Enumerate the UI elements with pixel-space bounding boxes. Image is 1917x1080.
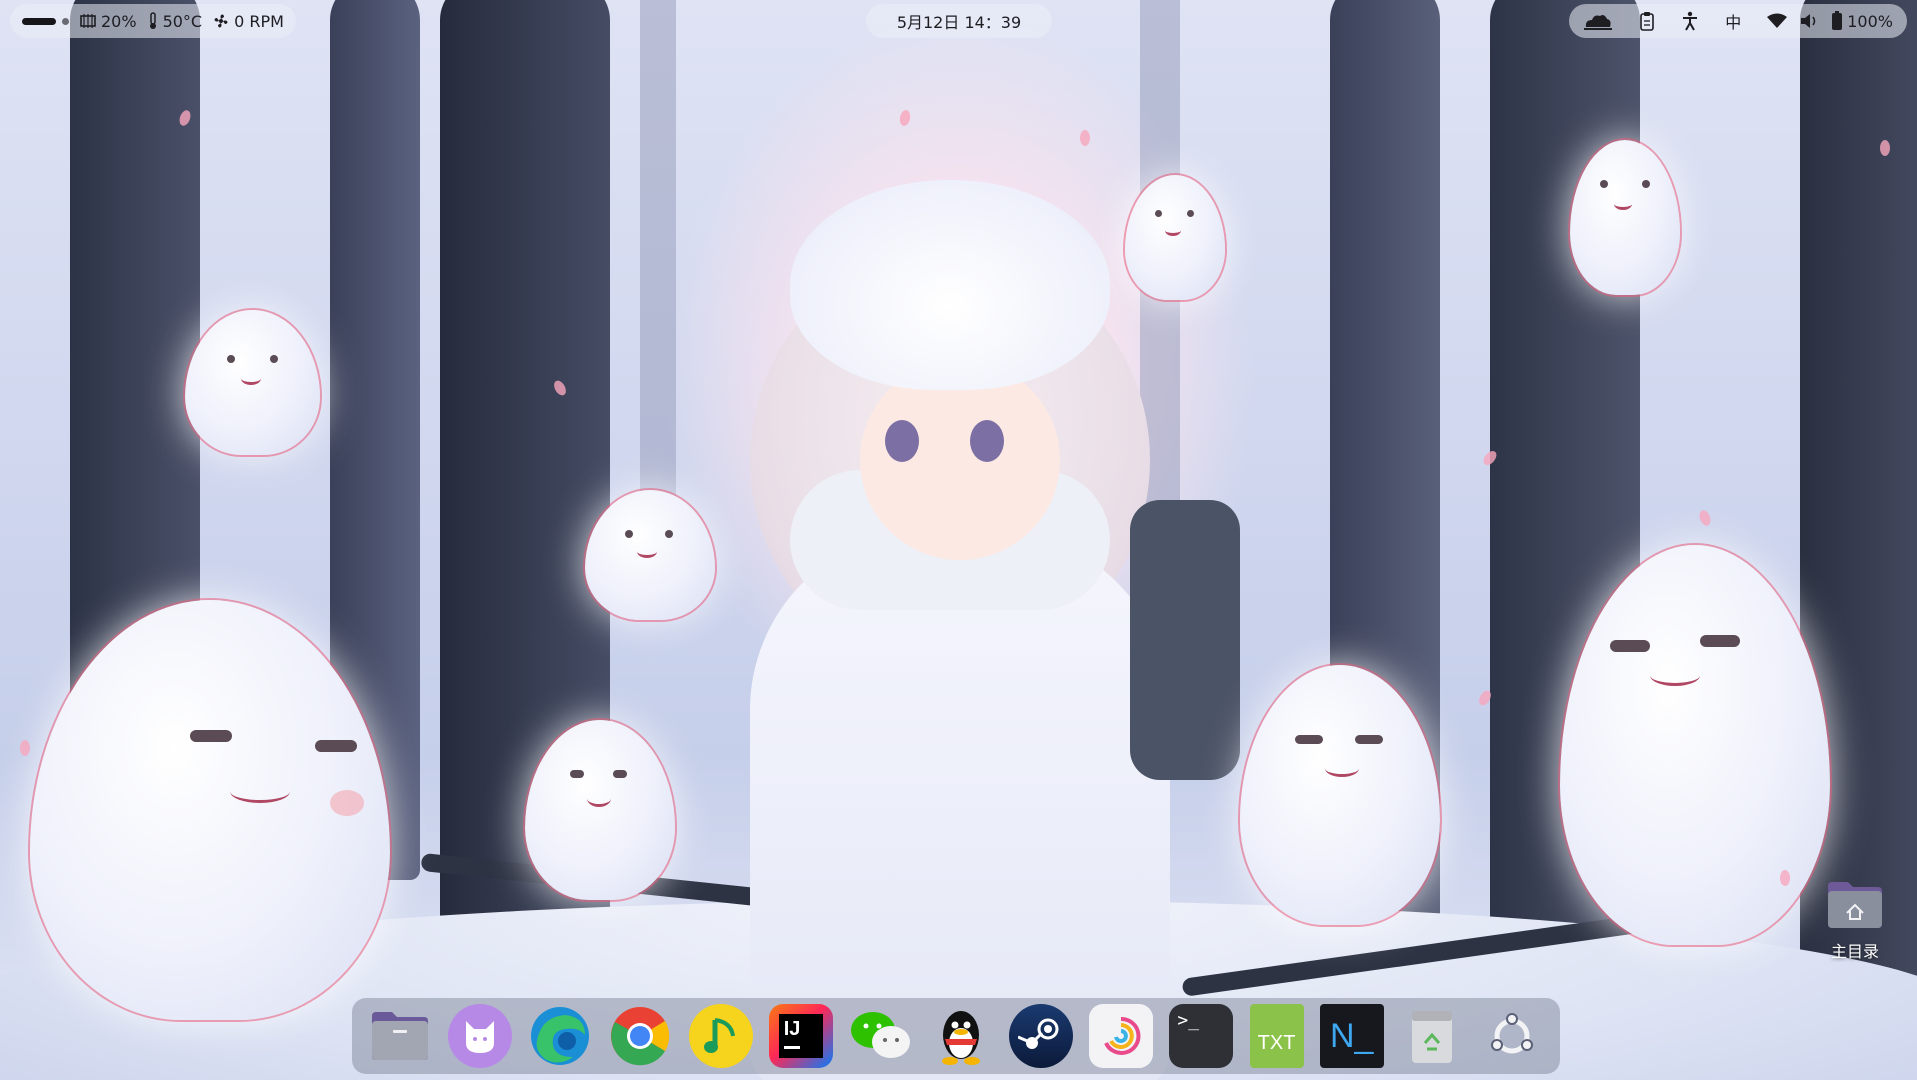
temperature: 50°C — [147, 11, 203, 31]
girl-eye — [970, 420, 1004, 462]
system-tray[interactable]: 中 100% — [1569, 4, 1907, 38]
desktop-wallpaper — [0, 0, 1917, 1080]
music-note-icon — [703, 1018, 735, 1053]
text-editor-button[interactable]: TXT — [1249, 1004, 1304, 1068]
thermometer-icon — [149, 12, 156, 29]
folder-icon — [372, 1012, 428, 1060]
cpu-usage: 20% — [79, 12, 137, 31]
steam-button[interactable] — [1009, 1004, 1074, 1068]
edge-browser-button[interactable] — [528, 1004, 592, 1068]
files-app-button[interactable] — [368, 1004, 432, 1068]
trash-button[interactable] — [1400, 1004, 1464, 1068]
terminal-button[interactable]: >_ — [1169, 1004, 1234, 1068]
steam-icon — [1018, 1018, 1059, 1049]
ubuntu-show-apps-button[interactable] — [1480, 1004, 1544, 1068]
home-folder-icon — [1826, 880, 1884, 930]
battery-icon — [1832, 11, 1843, 30]
girl-backpack — [1130, 500, 1240, 780]
music-app-button[interactable] — [688, 1004, 753, 1068]
temperature-value: 50°C — [162, 11, 203, 31]
color-swirl-icon — [1104, 1016, 1141, 1055]
fan-speed: 0 RPM — [212, 12, 284, 31]
trash-icon — [1411, 1011, 1452, 1063]
fan-value: 0 RPM — [234, 11, 284, 31]
home-folder-label: 主目录 — [1830, 942, 1879, 961]
girl-character — [690, 170, 1250, 1080]
cpu-value: 20% — [101, 11, 137, 31]
chrome-browser-icon — [611, 1007, 670, 1066]
qq-button[interactable] — [929, 1004, 993, 1068]
intellij-label: IJ — [783, 1018, 801, 1040]
clock-datetime[interactable]: 5月12日 14：39 — [897, 9, 1021, 33]
wifi-icon[interactable] — [1767, 13, 1788, 29]
input-method-indicator[interactable]: 中 — [1725, 9, 1741, 33]
volume-icon[interactable] — [1799, 13, 1819, 29]
cat-app-icon — [466, 1021, 495, 1053]
ubuntu-icon — [1490, 1013, 1533, 1054]
home-folder-desktop-icon[interactable]: 主目录 — [1810, 880, 1900, 962]
qq-penguin-icon — [941, 1011, 980, 1065]
swirl-app-button[interactable] — [1089, 1004, 1154, 1068]
activities-indicator-icon[interactable] — [22, 17, 69, 25]
chrome-browser-button[interactable] — [608, 1004, 672, 1068]
status-indicators[interactable]: 100% — [1767, 11, 1893, 31]
n-editor-icon: N_ — [1329, 1016, 1374, 1055]
girl-hat — [790, 180, 1110, 390]
txt-file-icon: TXT — [1257, 1031, 1296, 1054]
accessibility-icon[interactable] — [1681, 11, 1699, 31]
battery-value: 100% — [1847, 11, 1893, 31]
cat-app-button[interactable] — [448, 1004, 513, 1068]
intellij-button[interactable]: IJ — [768, 1004, 833, 1068]
cloud-sync-icon[interactable] — [1583, 11, 1613, 31]
battery[interactable]: 100% — [1831, 11, 1893, 31]
clipboard-icon[interactable] — [1639, 11, 1655, 31]
girl-eye — [885, 420, 919, 462]
girl-face — [860, 360, 1060, 560]
n-editor-button[interactable]: N_ — [1319, 1004, 1384, 1068]
fan-icon — [214, 14, 228, 28]
intellij-icon: IJ — [778, 1014, 823, 1058]
edge-browser-icon — [531, 1007, 590, 1065]
wechat-button[interactable] — [849, 1004, 913, 1068]
system-monitor-bar[interactable]: 20% 50°C 0 RPM — [10, 4, 296, 38]
terminal-icon: >_ — [1177, 1010, 1200, 1031]
ghost — [185, 310, 320, 455]
clock[interactable]: 5月12日 14：39 — [866, 4, 1052, 38]
dock: IJ >_ TXT N_ — [352, 998, 1560, 1074]
cpu-icon — [80, 14, 96, 28]
wechat-icon — [850, 1012, 910, 1058]
